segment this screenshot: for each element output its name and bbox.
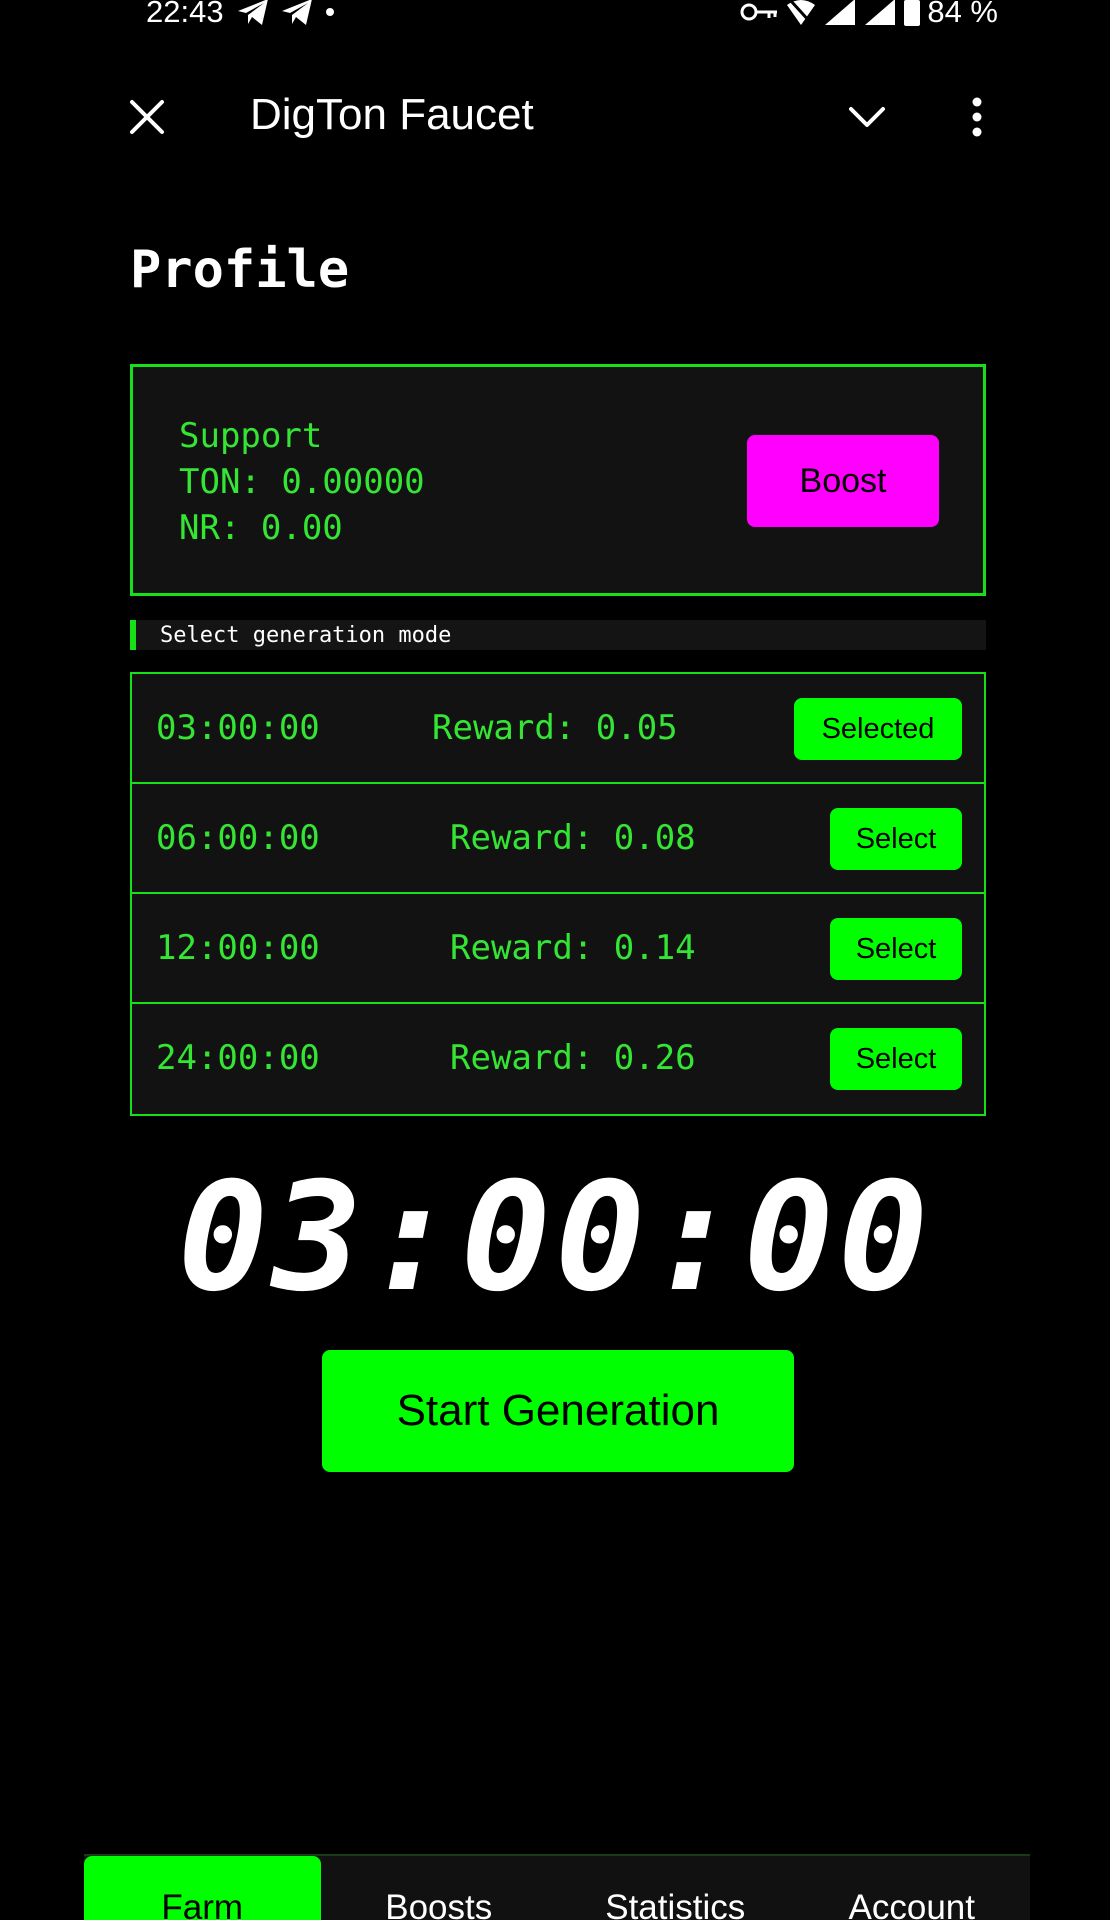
tab-farm[interactable]: Farm — [84, 1856, 321, 1920]
mode-duration: 03:00:00 — [156, 708, 320, 748]
mode-selected-button[interactable]: Selected — [794, 698, 962, 760]
tab-label: Account — [848, 1888, 975, 1920]
more-menu-button[interactable] — [952, 92, 1002, 142]
app-header: DigTon Faucet — [0, 76, 1110, 156]
telegram-icon — [282, 0, 312, 25]
section-marker — [130, 620, 136, 650]
generation-mode-label: Select generation mode — [130, 620, 986, 650]
mode-duration: 24:00:00 — [156, 1038, 320, 1078]
support-card: Support TON: 0.00000 NR: 0.00 Boost — [130, 364, 986, 596]
mode-row: 12:00:00 Reward: 0.14 Select — [132, 894, 984, 1004]
status-bar: 22:43 84 % — [0, 0, 1110, 34]
mode-row: 24:00:00 Reward: 0.26 Select — [132, 1004, 984, 1114]
page-title: Profile — [130, 240, 350, 300]
wifi-off-icon — [787, 0, 816, 25]
app-title: DigTon Faucet — [250, 90, 534, 139]
mode-reward: Reward: 0.14 — [450, 928, 696, 968]
battery-icon — [904, 0, 921, 26]
vpn-key-icon — [740, 3, 778, 21]
mode-reward: Reward: 0.08 — [450, 818, 696, 858]
tab-statistics[interactable]: Statistics — [557, 1856, 794, 1920]
close-icon — [130, 100, 164, 134]
collapse-button[interactable] — [842, 92, 892, 142]
status-notification-icons — [236, 0, 336, 30]
chevron-down-icon — [849, 107, 885, 127]
section-label-text: Select generation mode — [160, 622, 452, 648]
mode-row: 03:00:00 Reward: 0.05 Selected — [132, 674, 984, 784]
countdown-timer: 03:00:00 — [177, 1151, 933, 1325]
support-title: Support — [179, 416, 323, 456]
tab-label: Statistics — [605, 1888, 746, 1920]
mode-duration: 12:00:00 — [156, 928, 320, 968]
start-generation-button[interactable]: Start Generation — [322, 1350, 794, 1472]
mode-select-button[interactable]: Select — [830, 918, 962, 980]
signal-icon — [865, 0, 896, 25]
tab-boosts[interactable]: Boosts — [321, 1856, 558, 1920]
boost-button[interactable]: Boost — [747, 435, 939, 527]
tab-label: Boosts — [385, 1888, 493, 1920]
ton-balance: TON: 0.00000 — [179, 462, 425, 502]
mode-duration: 06:00:00 — [156, 818, 320, 858]
nr-balance: NR: 0.00 — [179, 508, 343, 548]
tab-account[interactable]: Account — [794, 1856, 1031, 1920]
telegram-icon — [238, 0, 268, 25]
status-time: 22:43 — [146, 0, 224, 29]
close-button[interactable] — [122, 92, 172, 142]
tab-label: Farm — [161, 1888, 244, 1920]
status-system-icons: 84 % — [739, 0, 998, 30]
support-info: Support TON: 0.00000 NR: 0.00 — [179, 413, 425, 551]
more-vertical-icon — [972, 97, 982, 137]
mode-select-button[interactable]: Select — [830, 808, 962, 870]
mode-select-button[interactable]: Select — [830, 1028, 962, 1090]
bottom-nav: Farm Boosts Statistics Account — [84, 1854, 1030, 1920]
mode-row: 06:00:00 Reward: 0.08 Select — [132, 784, 984, 894]
dot-icon — [326, 8, 334, 16]
signal-icon — [825, 0, 856, 25]
generation-mode-list: 03:00:00 Reward: 0.05 Selected 06:00:00 … — [130, 672, 986, 1116]
battery-percent: 84 % — [927, 0, 998, 29]
mode-reward: Reward: 0.05 — [432, 708, 678, 748]
mode-reward: Reward: 0.26 — [450, 1038, 696, 1078]
